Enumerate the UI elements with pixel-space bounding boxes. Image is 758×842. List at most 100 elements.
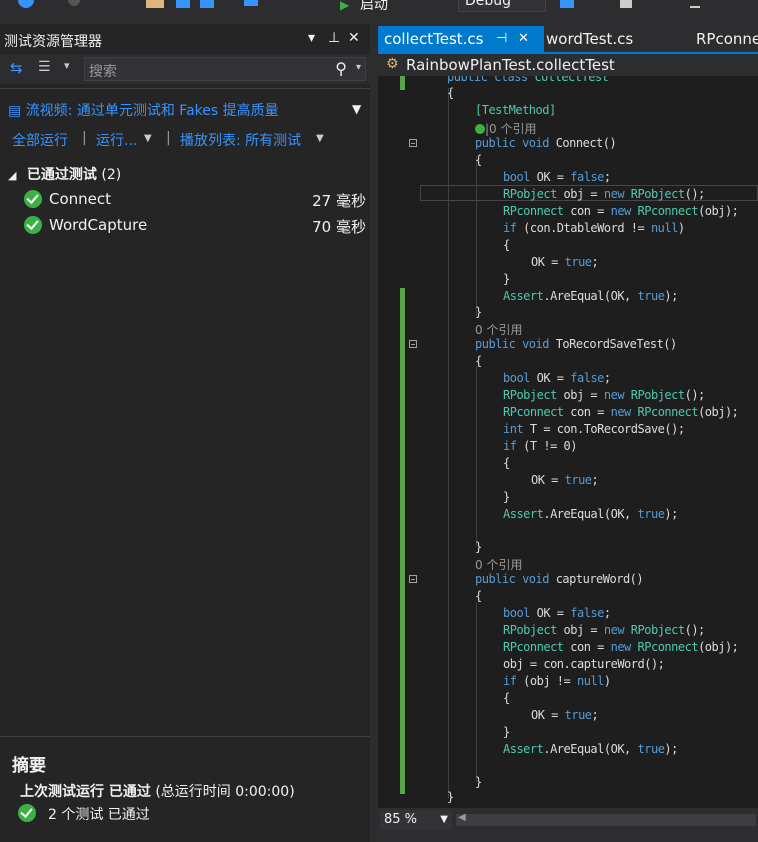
chevron-down-icon[interactable]: ▼: [144, 133, 152, 144]
save-all-icon[interactable]: [200, 0, 214, 8]
playlist-link[interactable]: 播放列表: 所有测试: [180, 130, 301, 150]
codelens-references[interactable]: 0 个引用: [475, 321, 522, 338]
references-count: |0 个引用: [485, 122, 537, 136]
group-count: (2): [101, 167, 122, 183]
back-icon[interactable]: [18, 0, 34, 8]
configuration-value: Debug: [465, 0, 512, 9]
divider: [0, 88, 370, 89]
configuration-dropdown[interactable]: Debug: [458, 0, 546, 12]
print-icon[interactable]: [620, 0, 632, 8]
open-folder-icon[interactable]: [146, 0, 164, 8]
scroll-left-icon[interactable]: ◀: [458, 812, 466, 823]
code-line: }: [475, 305, 482, 319]
tab-label: collectTest.cs: [384, 30, 484, 48]
start-label[interactable]: 启动: [360, 0, 388, 14]
test-name: Connect: [49, 190, 112, 208]
close-icon[interactable]: ✕: [348, 30, 360, 46]
promo-dropdown-icon[interactable]: ▼: [352, 102, 361, 116]
video-icon: ▤: [8, 103, 26, 119]
horizontal-scrollbar[interactable]: ◀: [456, 812, 756, 826]
separator: |: [166, 130, 171, 146]
pin-icon[interactable]: ⊥: [328, 30, 340, 46]
class-icon: ⚙: [386, 56, 399, 72]
panel-title-bar: 测试资源管理器 ▾ ⊥ ✕: [0, 28, 370, 50]
align-icon[interactable]: [690, 0, 700, 8]
zoom-dropdown[interactable]: 85 % ▼: [380, 810, 452, 830]
promo-link[interactable]: ▤ 流视频: 通过单元测试和 Fakes 提高质量: [8, 100, 279, 120]
test-row[interactable]: Connect 27 毫秒: [0, 188, 370, 212]
panel-title: 测试资源管理器: [4, 34, 102, 50]
test-name: WordCapture: [49, 216, 148, 234]
chevron-down-icon[interactable]: ▼: [316, 133, 324, 144]
code-line: }: [503, 490, 510, 504]
editor-tabs: collectTest.cs ⊣ ✕ wordTest.cs RPconne: [378, 24, 758, 52]
code-line: {: [475, 354, 482, 368]
tab-rpconnect[interactable]: RPconne: [690, 26, 758, 52]
collapse-arrow-icon[interactable]: ◢: [8, 169, 16, 182]
nav-class-name[interactable]: RainbowPlanTest.collectTest: [406, 56, 615, 74]
code-editor[interactable]: public class collectTest { [TestMethod] …: [378, 76, 758, 808]
change-margin: [400, 288, 405, 794]
summary-title: 摘要: [12, 756, 46, 776]
codelens-references[interactable]: |0 个引用: [475, 120, 537, 137]
passed-check-icon: [24, 190, 42, 208]
splitter[interactable]: [370, 24, 378, 841]
passed-check-icon: [475, 124, 485, 134]
codelens-references[interactable]: 0 个引用: [475, 556, 522, 573]
passed-group-header[interactable]: ◢ 已通过测试 (2): [8, 164, 121, 184]
code-line: {: [475, 153, 482, 167]
test-duration: 27 毫秒: [312, 192, 366, 210]
collapse-icon[interactable]: [409, 139, 417, 147]
last-run-line: 上次测试运行 已通过 (总运行时间 0:00:00): [20, 781, 295, 801]
search-bar: ⇆ ☰ ▾ 搜索 ⚲ ▾: [0, 54, 370, 84]
list-view-icon[interactable]: ☰: [38, 59, 51, 75]
passed-check-icon: [18, 804, 36, 822]
group-label: 已通过测试: [26, 167, 97, 183]
indent-guide: [476, 602, 477, 782]
dropdown-arrow-icon[interactable]: ▾: [308, 30, 315, 46]
group-by-icon[interactable]: ⇆: [10, 59, 23, 77]
summary-pane: 摘要 上次测试运行 已通过 (总运行时间 0:00:00) 2 个测试 已通过: [0, 736, 370, 842]
code-line: {: [475, 589, 482, 603]
passed-count[interactable]: 2 个测试 已通过: [48, 804, 150, 824]
run-all-link[interactable]: 全部运行: [12, 130, 68, 150]
code-line: }: [503, 272, 510, 286]
code-type: collectTest: [534, 76, 609, 84]
last-run-status[interactable]: 上次测试运行 已通过: [20, 784, 151, 800]
passed-check-icon: [24, 216, 42, 234]
attach-icon[interactable]: [560, 0, 574, 8]
collapse-icon[interactable]: [409, 575, 417, 583]
search-icon[interactable]: ⚲: [335, 59, 347, 78]
search-input[interactable]: 搜索 ⚲ ▾: [84, 57, 366, 81]
search-options-icon[interactable]: ▾: [356, 62, 361, 73]
chevron-down-icon[interactable]: ▾: [64, 59, 70, 72]
collapse-icon[interactable]: [409, 340, 417, 348]
code-line: {: [503, 456, 510, 470]
code-line: {: [447, 86, 454, 100]
test-row[interactable]: WordCapture 70 毫秒: [0, 214, 370, 238]
change-margin: [400, 76, 405, 90]
start-icon[interactable]: ▶: [340, 0, 349, 12]
forward-icon[interactable]: [68, 0, 80, 6]
test-duration: 70 毫秒: [312, 218, 366, 236]
pin-icon[interactable]: ⊣: [496, 26, 507, 52]
editor-status-bar: 85 % ▼ ◀: [378, 808, 758, 832]
tab-collecttest[interactable]: collectTest.cs ⊣ ✕: [378, 26, 544, 52]
undo-icon[interactable]: [244, 0, 258, 6]
tab-wordtest[interactable]: wordTest.cs: [540, 26, 633, 52]
indent-guide: [476, 366, 477, 546]
code-keyword: public class: [447, 76, 535, 84]
code-line: }: [503, 725, 510, 739]
separator: |: [82, 130, 87, 146]
code-line: {: [503, 238, 510, 252]
references-count: 0 个引用: [475, 323, 523, 337]
chevron-down-icon: ▼: [440, 814, 448, 825]
indent-guide: [476, 156, 477, 316]
search-placeholder: 搜索: [89, 64, 117, 80]
navigation-bar[interactable]: ⚙ RainbowPlanTest.collectTest: [378, 54, 758, 76]
save-icon[interactable]: [176, 0, 190, 8]
code-attribute: [TestMethod]: [475, 103, 556, 117]
close-icon[interactable]: ✕: [518, 26, 529, 52]
run-link[interactable]: 运行...: [96, 130, 137, 150]
code-line: }: [475, 775, 482, 789]
